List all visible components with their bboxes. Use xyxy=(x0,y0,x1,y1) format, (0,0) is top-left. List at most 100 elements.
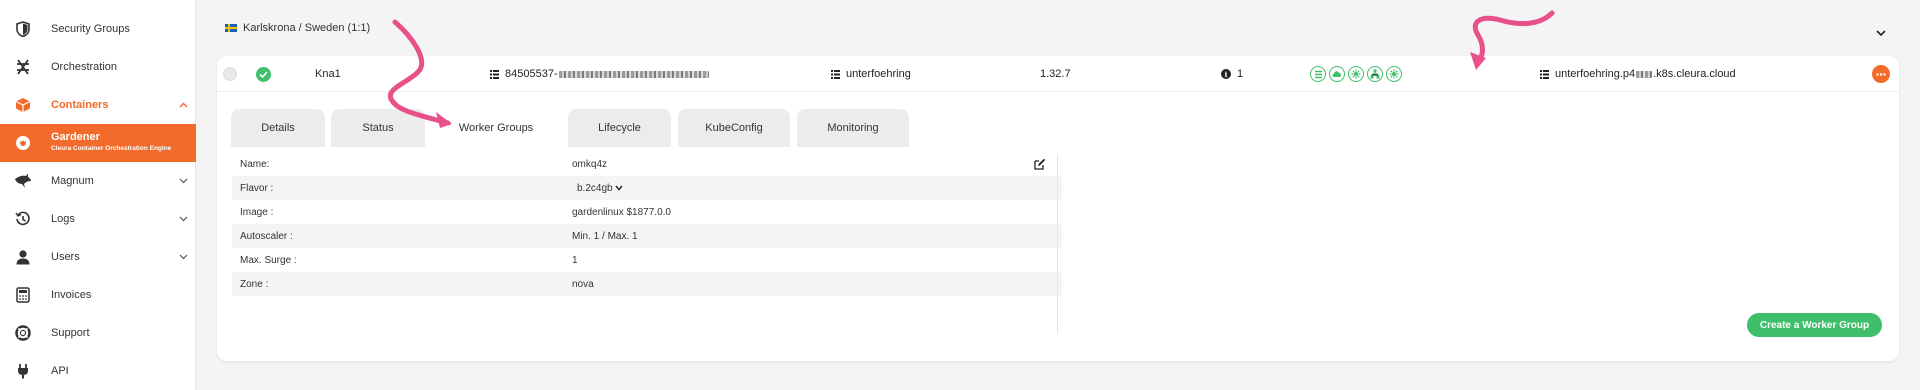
tab-label: Lifecycle xyxy=(598,122,641,134)
sidebar: Security Groups Orchestration Containers… xyxy=(0,0,196,390)
cloud-status-icon[interactable] xyxy=(1329,66,1345,82)
chevron-down-icon xyxy=(178,214,188,224)
sidebar-item-invoices[interactable]: Invoices xyxy=(0,276,196,314)
node-count: i 1 xyxy=(1221,56,1243,92)
history-icon xyxy=(14,210,32,228)
node-count-value: 1 xyxy=(1237,68,1244,80)
info-icon: i xyxy=(1221,69,1231,79)
chevron-up-icon xyxy=(178,100,188,110)
nodes-status-icon[interactable] xyxy=(1386,66,1402,82)
sidebar-item-support[interactable]: Support xyxy=(0,314,196,352)
chevron-down-icon xyxy=(178,252,188,262)
shark-icon xyxy=(14,172,32,190)
region-label: Karlskrona / Sweden (1:1) xyxy=(243,22,371,34)
cluster-domain: unterfoehring.p4 .k8s.cleura.cloud xyxy=(1540,56,1736,92)
tab-details[interactable]: Details xyxy=(231,109,325,147)
sidebar-item-magnum[interactable]: Magnum xyxy=(0,162,196,200)
tab-lifecycle[interactable]: Lifecycle xyxy=(568,109,671,147)
shield-icon xyxy=(14,20,32,38)
api-server-status-icon[interactable] xyxy=(1310,66,1326,82)
domain-suffix: .k8s.cleura.cloud xyxy=(1653,68,1736,80)
detail-key: Image : xyxy=(240,206,274,218)
tab-label: Details xyxy=(261,122,295,134)
user-icon xyxy=(14,248,32,266)
cluster-id-prefix: 84505537- xyxy=(505,68,558,80)
detail-row-name: Name: omkq4z xyxy=(232,152,1062,176)
sidebar-item-label: Logs xyxy=(51,213,75,225)
kubernetes-version: 1.32.7 xyxy=(1040,68,1071,80)
detail-row-image: Image : gardenlinux $1877.0.0 xyxy=(232,200,1062,224)
redacted-text xyxy=(558,70,709,78)
tab-label: KubeConfig xyxy=(705,122,763,134)
sidebar-item-users[interactable]: Users xyxy=(0,238,196,276)
sidebar-item-label: Invoices xyxy=(51,289,92,301)
create-worker-group-button[interactable]: Create a Worker Group xyxy=(1747,313,1882,337)
sidebar-item-logs[interactable]: Logs xyxy=(0,200,196,238)
cluster-name: Kna1 xyxy=(315,68,341,80)
network-status-icon[interactable] xyxy=(1367,66,1383,82)
tab-status[interactable]: Status xyxy=(331,109,425,147)
cluster-select-radio[interactable] xyxy=(223,56,237,92)
calculator-icon xyxy=(14,286,32,304)
list-icon xyxy=(831,69,840,79)
sweden-flag-icon xyxy=(225,24,237,32)
sidebar-item-label: Containers xyxy=(51,99,109,111)
cluster-row[interactable]: Kna1 84505537- unterfoehring 1.32.7 i 1 … xyxy=(217,56,1899,92)
control-plane-status-icon[interactable] xyxy=(1348,66,1364,82)
detail-key: Max. Surge : xyxy=(240,254,297,266)
gardener-icon xyxy=(14,134,32,152)
sidebar-item-label: Magnum xyxy=(51,175,94,187)
tab-worker-groups[interactable]: Worker Groups xyxy=(431,109,561,147)
detail-key: Name: xyxy=(240,158,270,170)
tab-monitoring[interactable]: Monitoring xyxy=(797,109,909,147)
redacted-text xyxy=(1636,70,1653,78)
sidebar-item-label: Orchestration xyxy=(51,61,118,73)
chevron-down-icon[interactable] xyxy=(1876,24,1886,37)
flavor-selected-value: b.2c4gb xyxy=(577,182,613,194)
detail-key: Zone : xyxy=(240,278,269,290)
sidebar-item-gardener[interactable]: Gardener Cleura Container Orchestration … xyxy=(0,124,196,162)
sidebar-item-containers[interactable]: Containers xyxy=(0,86,196,124)
cluster-project: unterfoehring xyxy=(831,56,911,92)
more-actions-button[interactable] xyxy=(1872,56,1890,92)
detail-row-autoscaler: Autoscaler : Min. 1 / Max. 1 xyxy=(232,224,1062,248)
sidebar-item-api[interactable]: API xyxy=(0,352,196,390)
cluster-id: 84505537- xyxy=(490,56,709,92)
plug-icon xyxy=(14,362,32,380)
detail-value: omkq4z xyxy=(572,158,608,170)
region-selector[interactable]: Karlskrona / Sweden (1:1) xyxy=(225,22,370,34)
detail-value: 1 xyxy=(572,254,578,266)
flavor-dropdown[interactable]: b.2c4gb xyxy=(577,183,623,194)
cluster-card: Kna1 84505537- unterfoehring 1.32.7 i 1 … xyxy=(217,56,1899,361)
lifebuoy-icon xyxy=(14,324,32,342)
chevron-down-icon xyxy=(178,176,188,186)
detail-row-flavor: Flavor : b.2c4gb xyxy=(232,176,1062,200)
sidebar-item-security-groups[interactable]: Security Groups xyxy=(0,10,196,48)
detail-value: nova xyxy=(572,278,594,290)
detail-key: Autoscaler : xyxy=(240,230,293,242)
detail-value: Min. 1 / Max. 1 xyxy=(572,230,638,242)
edit-icon[interactable] xyxy=(1033,157,1047,171)
detail-value: gardenlinux $1877.0.0 xyxy=(572,206,671,218)
tab-label: Status xyxy=(362,122,394,134)
list-icon xyxy=(490,69,499,79)
detail-key: Flavor : xyxy=(240,182,274,194)
sidebar-item-orchestration[interactable]: Orchestration xyxy=(0,48,196,86)
sidebar-item-label: Support xyxy=(51,327,90,339)
more-icon[interactable] xyxy=(1872,65,1890,83)
sidebar-item-label: Users xyxy=(51,251,80,263)
list-icon xyxy=(1540,69,1549,79)
domain-prefix: unterfoehring.p4 xyxy=(1555,68,1636,80)
divider xyxy=(1057,154,1058,334)
detail-row-zone: Zone : nova xyxy=(232,272,1062,296)
project-label: unterfoehring xyxy=(846,68,911,80)
chevron-down-icon xyxy=(615,185,623,191)
sidebar-item-label: API xyxy=(51,365,69,377)
detail-row-max-surge: Max. Surge : 1 xyxy=(232,248,1062,272)
tab-label: Worker Groups xyxy=(458,122,534,134)
tab-kubeconfig[interactable]: KubeConfig xyxy=(678,109,790,147)
status-ok-icon xyxy=(256,56,271,92)
health-status-icons xyxy=(1310,56,1402,92)
sidebar-item-label: Security Groups xyxy=(51,23,130,35)
container-box-icon xyxy=(14,96,32,114)
